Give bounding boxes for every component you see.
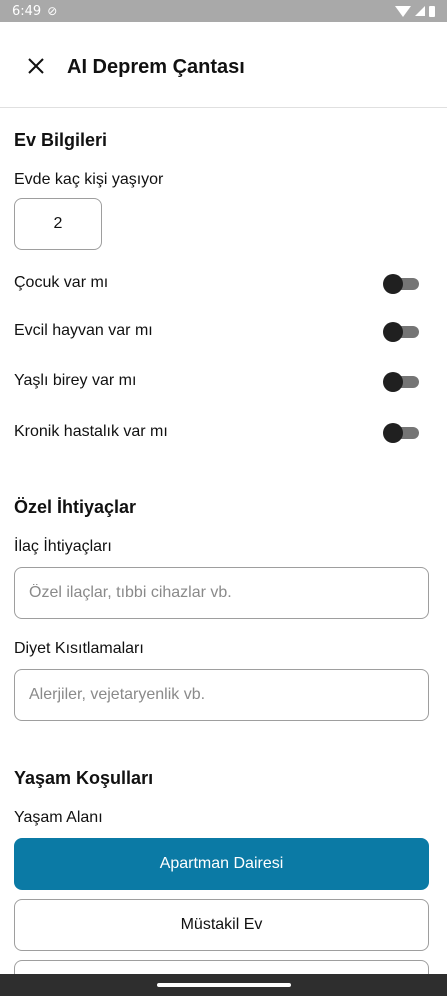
- living-area-label: Yaşam Alanı: [14, 809, 103, 826]
- close-button[interactable]: [22, 52, 50, 80]
- chronic-illness-toggle[interactable]: [383, 423, 419, 443]
- status-time: 6:49: [12, 3, 42, 19]
- page-title: AI Deprem Çantası: [67, 56, 245, 78]
- people-count-input[interactable]: 2: [14, 198, 102, 250]
- section-title-special-needs: Özel İhtiyaçlar: [14, 497, 137, 517]
- system-nav-bar: [0, 974, 447, 996]
- section-title-living: Yaşam Koşulları: [14, 768, 154, 788]
- toggle-label: Çocuk var mı: [14, 274, 109, 291]
- toggle-row-pet[interactable]: Evcil hayvan var mı: [14, 316, 419, 346]
- dnd-icon: ⊘: [47, 4, 58, 18]
- toggle-label: Kronik hastalık var mı: [14, 423, 168, 440]
- toggle-label: Evcil hayvan var mı: [14, 322, 153, 339]
- diet-label: Diyet Kısıtlamaları: [14, 640, 144, 657]
- option-apartment-button[interactable]: Apartman Dairesi: [14, 838, 429, 890]
- diet-input[interactable]: [14, 669, 429, 721]
- wifi-icon: [395, 5, 411, 17]
- status-icons: [395, 5, 435, 17]
- toggle-row-child[interactable]: Çocuk var mı: [14, 268, 419, 298]
- child-toggle[interactable]: [383, 274, 419, 294]
- toggle-label: Yaşlı birey var mı: [14, 372, 137, 389]
- elderly-toggle[interactable]: [383, 372, 419, 392]
- close-icon: [28, 58, 44, 74]
- pet-toggle[interactable]: [383, 322, 419, 342]
- option-house-button[interactable]: Müstakil Ev: [14, 899, 429, 951]
- battery-icon: [429, 5, 435, 17]
- toggle-row-elderly[interactable]: Yaşlı birey var mı: [14, 366, 419, 396]
- section-title-household: Ev Bilgileri: [14, 130, 108, 150]
- app-bar: AI Deprem Çantası: [0, 22, 447, 108]
- toggle-row-chronic[interactable]: Kronik hastalık var mı: [14, 417, 419, 447]
- status-bar: 6:49 ⊘: [0, 0, 447, 22]
- people-count-label: Evde kaç kişi yaşıyor: [14, 171, 164, 188]
- medication-label: İlaç İhtiyaçları: [14, 538, 112, 555]
- signal-icon: [415, 6, 425, 16]
- medication-input[interactable]: [14, 567, 429, 619]
- home-gesture-handle[interactable]: [156, 983, 291, 987]
